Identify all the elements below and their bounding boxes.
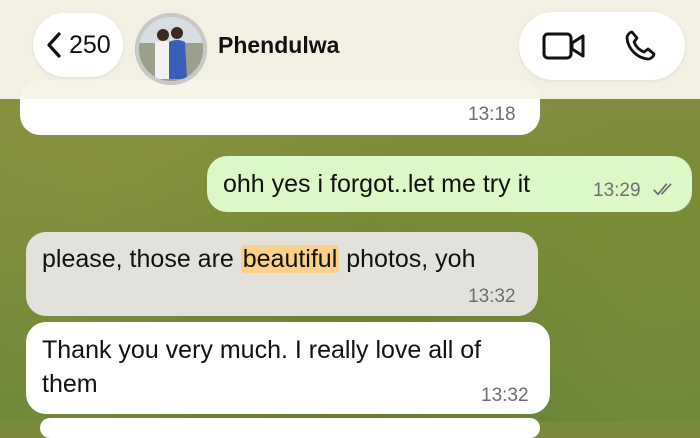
read-receipt-icon: [653, 183, 672, 196]
message-text-after: photos, yoh: [339, 245, 476, 273]
call-actions: [519, 12, 685, 80]
message-outgoing-2[interactable]: ohh yes i forgot..let me try it 13:29: [207, 156, 692, 212]
message-time: 13:29: [593, 180, 641, 201]
message-text: ohh yes i forgot..let me try it: [223, 170, 531, 198]
message-incoming-4[interactable]: Thank you very much. I really love all o…: [26, 322, 550, 414]
message-time: 13:18: [468, 104, 516, 125]
unread-count: 250: [69, 31, 111, 59]
avatar-photo: [135, 13, 207, 85]
chat-header: 250 Phendulwa: [0, 0, 700, 99]
avatar[interactable]: [135, 13, 207, 85]
chevron-left-icon: [47, 32, 61, 58]
video-camera-icon[interactable]: [541, 30, 587, 62]
message-text: please, those are beautiful photos, yoh: [42, 242, 476, 276]
contact-name[interactable]: Phendulwa: [218, 30, 339, 60]
message-time: 13:32: [481, 385, 529, 406]
message-text-before: please, those are: [42, 245, 241, 273]
message-time: 13:32: [468, 286, 516, 307]
search-highlight: beautiful: [240, 245, 340, 273]
back-button[interactable]: 250: [33, 13, 123, 77]
message-incoming-5-partial[interactable]: [40, 418, 540, 438]
message-incoming-3[interactable]: please, those are beautiful photos, yoh …: [26, 232, 538, 316]
phone-icon[interactable]: [623, 29, 657, 63]
message-text-line-1: Thank you very much. I really love all o…: [42, 336, 482, 364]
message-text-line-2: them: [42, 370, 98, 398]
